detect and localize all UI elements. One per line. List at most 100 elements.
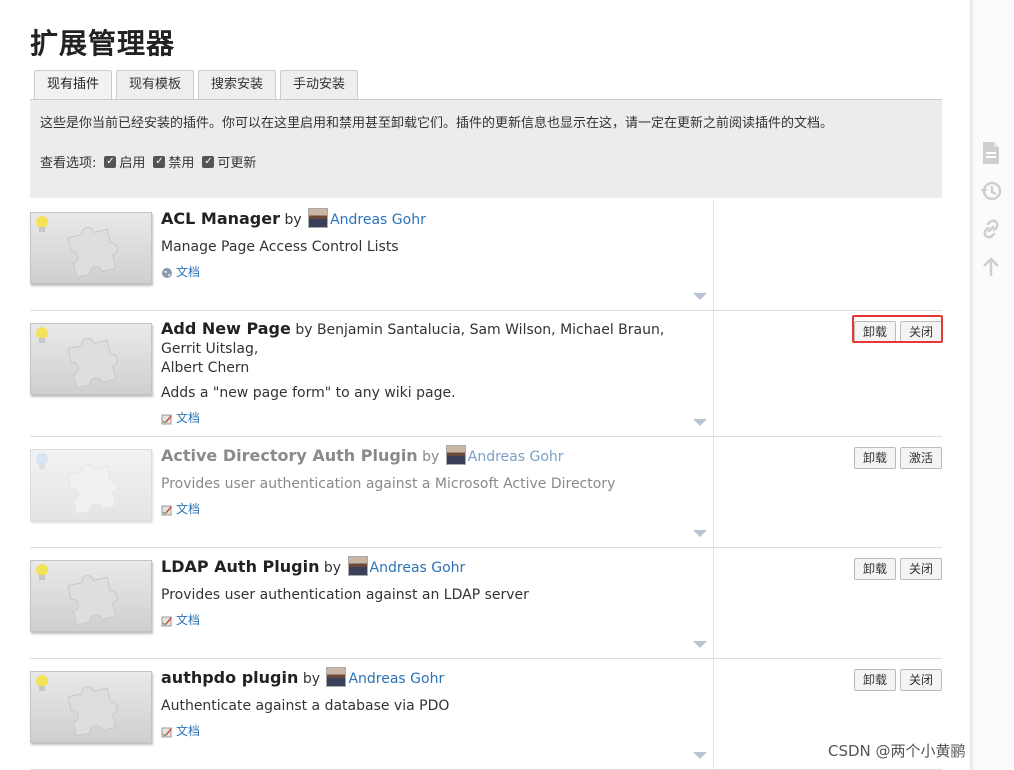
author-avatar xyxy=(445,445,466,465)
filter-disabled-checkbox[interactable]: ✓ 禁用 xyxy=(153,152,194,171)
plugin-thumbnail xyxy=(30,323,152,395)
chevron-down-icon[interactable] xyxy=(693,293,707,300)
docs-link[interactable]: 文档 xyxy=(161,409,701,428)
disable-button[interactable]: 关闭 xyxy=(899,558,942,580)
highlight-annotation-box xyxy=(852,315,943,343)
lightbulb-icon xyxy=(36,327,48,343)
plugin-description: Adds a "new page form" to any wiki page. xyxy=(161,385,456,401)
plugin-row-add-new-page: Add New Page by Benjamin Santalucia, Sam… xyxy=(30,311,942,437)
column-divider xyxy=(713,659,714,769)
view-options-label: 查看选项: xyxy=(40,156,97,171)
plugin-description: Manage Page Access Control Lists xyxy=(161,239,399,255)
plugin-row-authpdo: authpdo plugin by Andreas Gohr Authentic… xyxy=(30,659,942,770)
author-avatar xyxy=(347,556,368,576)
tab-search-install[interactable]: 搜索安装 xyxy=(198,70,277,99)
lightbulb-icon xyxy=(36,675,48,691)
page-tools-bar xyxy=(974,0,1014,770)
plugin-name: LDAP Auth Plugin xyxy=(161,557,320,576)
docs-link[interactable]: 文档 xyxy=(161,500,701,519)
plugin-info: Add New Page by Benjamin Santalucia, Sam… xyxy=(161,319,701,428)
disable-button[interactable]: 关闭 xyxy=(899,669,942,691)
puzzle-icon xyxy=(67,575,118,625)
filter-disabled-label: 禁用 xyxy=(168,156,195,171)
checkmark-icon: ✓ xyxy=(202,155,215,168)
by-label: by xyxy=(422,449,440,465)
plugin-info: Active Directory Auth Plugin by Andreas … xyxy=(161,445,701,519)
plugin-description: Provides user authentication against an … xyxy=(161,587,529,603)
by-label: by xyxy=(295,322,313,338)
docs-link[interactable]: 文档 xyxy=(161,611,701,630)
column-divider xyxy=(713,548,714,658)
watermark: CSDN @两个小黄鹂 xyxy=(828,742,966,760)
history-icon[interactable] xyxy=(978,178,1004,204)
docs-link[interactable]: 文档 xyxy=(161,722,701,741)
by-label: by xyxy=(302,671,320,687)
edit-doc-icon xyxy=(161,727,172,737)
intro-text: 这些是你当前已经安装的插件。你可以在这里启用和禁用甚至卸载它们。插件的更新信息也… xyxy=(40,116,834,131)
lightbulb-icon xyxy=(36,216,48,232)
plugin-description: Authenticate against a database via PDO xyxy=(161,698,450,714)
plugin-thumbnail xyxy=(30,212,152,284)
plugin-row-active-directory: Active Directory Auth Plugin by Andreas … xyxy=(30,437,942,548)
tab-installed-templates[interactable]: 现有模板 xyxy=(116,70,195,99)
author-link[interactable]: Andreas Gohr xyxy=(468,449,564,465)
puzzle-icon xyxy=(67,464,118,514)
uninstall-button[interactable]: 卸载 xyxy=(853,447,896,469)
column-divider xyxy=(713,437,714,547)
docs-link-label: 文档 xyxy=(176,411,201,425)
page-title: 扩展管理器 xyxy=(30,27,176,60)
docs-link[interactable]: 文档 xyxy=(161,263,701,282)
plugin-name: Active Directory Auth Plugin xyxy=(161,446,418,465)
filter-enabled-label: 启用 xyxy=(119,156,146,171)
tab-bar: 现有插件 现有模板 搜索安装 手动安装 xyxy=(34,70,359,100)
tab-manual-install[interactable]: 手动安装 xyxy=(280,70,359,99)
chevron-down-icon[interactable] xyxy=(693,419,707,426)
plugin-actions: 卸载 激活 xyxy=(853,447,942,469)
plugin-row-acl-manager: ACL Manager by Andreas Gohr Manage Page … xyxy=(30,200,942,311)
by-label: by xyxy=(323,560,342,576)
plugin-actions: 卸载 关闭 xyxy=(853,558,942,580)
lightbulb-off-icon xyxy=(36,453,48,469)
plugin-thumbnail xyxy=(30,671,152,743)
docs-link-label: 文档 xyxy=(176,613,201,627)
edit-doc-icon xyxy=(161,414,172,424)
tab-installed-plugins[interactable]: 现有插件 xyxy=(34,70,113,100)
uninstall-button[interactable]: 卸载 xyxy=(853,558,896,580)
authors-text-continued: Albert Chern xyxy=(161,360,250,376)
enable-button[interactable]: 激活 xyxy=(899,447,942,469)
plugin-name: Add New Page xyxy=(161,319,291,338)
plugin-thumbnail xyxy=(30,560,152,632)
back-to-top-icon[interactable] xyxy=(978,254,1004,280)
globe-icon xyxy=(162,267,172,278)
filter-enabled-checkbox[interactable]: ✓ 启用 xyxy=(104,152,145,171)
author-link[interactable]: Andreas Gohr xyxy=(370,560,466,576)
filter-updatable-checkbox[interactable]: ✓ 可更新 xyxy=(202,152,256,171)
puzzle-icon xyxy=(67,338,118,388)
column-divider xyxy=(713,200,714,310)
show-page-icon[interactable] xyxy=(978,140,1004,166)
checkmark-icon: ✓ xyxy=(104,155,117,168)
chevron-down-icon[interactable] xyxy=(693,530,707,537)
docs-link-label: 文档 xyxy=(176,265,201,279)
puzzle-icon xyxy=(67,227,118,277)
plugin-actions: 卸载 关闭 xyxy=(853,669,942,691)
author-link[interactable]: Andreas Gohr xyxy=(330,212,426,228)
docs-link-label: 文档 xyxy=(176,724,201,738)
plugin-thumbnail xyxy=(30,449,152,521)
plugin-description: Provides user authentication against a M… xyxy=(161,476,616,492)
plugin-name: authpdo plugin xyxy=(161,668,299,687)
plugin-name: ACL Manager xyxy=(161,209,280,228)
lightbulb-icon xyxy=(36,564,48,580)
by-label: by xyxy=(284,212,302,228)
backlinks-icon[interactable] xyxy=(978,216,1004,242)
chevron-down-icon[interactable] xyxy=(693,752,707,759)
uninstall-button[interactable]: 卸载 xyxy=(853,669,896,691)
author-link[interactable]: Andreas Gohr xyxy=(348,671,444,687)
chevron-down-icon[interactable] xyxy=(693,641,707,648)
puzzle-icon xyxy=(67,686,118,736)
view-options: 查看选项: ✓ 启用 ✓ 禁用 ✓ 可更新 xyxy=(40,152,256,171)
edit-doc-icon xyxy=(161,616,172,626)
author-avatar xyxy=(326,667,347,687)
edit-doc-icon xyxy=(161,505,172,515)
filter-updatable-label: 可更新 xyxy=(217,156,257,171)
